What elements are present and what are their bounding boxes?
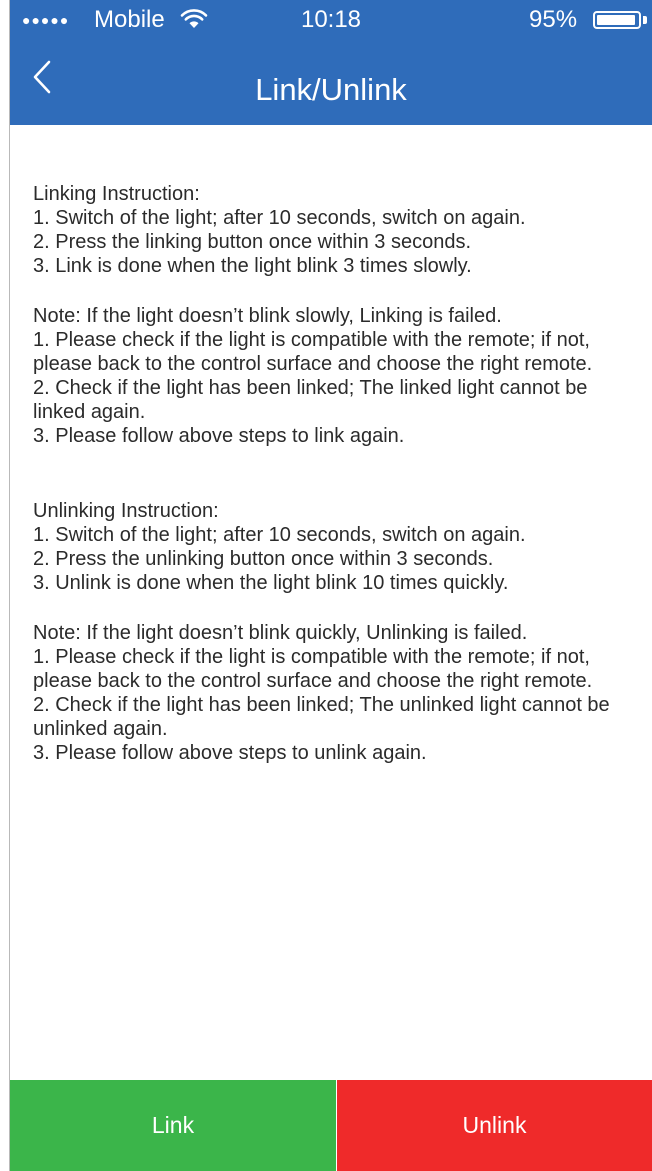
battery-level-fill [597,15,635,25]
linking-note-step: 3. Please follow above steps to link aga… [33,425,405,447]
header: ●●●●● Mobile 10:18 95% Link/Unlink [10,0,652,125]
action-bar: Link Unlink [10,1080,652,1171]
link-button[interactable]: Link [10,1080,336,1171]
battery-percent: 95% [529,6,578,33]
unlinking-step: 2. Press the unlinking button once withi… [33,548,494,570]
page-title: Link/Unlink [255,72,407,107]
battery-icon [593,11,641,29]
unlinking-step: 3. Unlink is done when the light blink 1… [33,572,509,594]
status-bar: ●●●●● Mobile 10:18 95% [10,0,652,40]
battery-tip [643,16,647,24]
linking-note-text: Note: If the light doesn’t blink slowly,… [33,305,502,327]
linking-step: 2. Press the linking button once within … [33,231,472,253]
unlinking-note-step: 2. Check if the light has been linked; T… [33,694,610,740]
linking-note-step: 1. Please check if the light is compatib… [33,329,593,375]
unlinking-heading: Unlinking Instruction: [33,500,219,522]
linking-instructions: Linking Instruction: 1. Switch of the li… [33,182,643,278]
unlinking-note: Note: If the light doesn’t blink quickly… [33,621,643,765]
linking-note-step: 2. Check if the light has been linked; T… [33,377,588,423]
unlinking-step: 1. Switch of the light; after 10 seconds… [33,524,526,546]
unlinking-note-step: 3. Please follow above steps to unlink a… [33,742,427,764]
link-unlink-screen: ●●●●● Mobile 10:18 95% Link/Unlink Linki… [0,0,652,1171]
linking-note: Note: If the light doesn’t blink slowly,… [33,304,643,448]
unlinking-instructions: Unlinking Instruction: 1. Switch of the … [33,499,643,595]
unlinking-note-step: 1. Please check if the light is compatib… [33,646,593,692]
unlink-button[interactable]: Unlink [337,1080,652,1171]
nav-bar: Link/Unlink [10,40,652,125]
linking-step: 3. Link is done when the light blink 3 t… [33,255,472,277]
unlinking-note-text: Note: If the light doesn’t blink quickly… [33,622,528,644]
frame-border [9,0,10,1171]
linking-heading: Linking Instruction: [33,183,200,205]
instructions-content: Linking Instruction: 1. Switch of the li… [33,182,643,765]
linking-step: 1. Switch of the light; after 10 seconds… [33,207,526,229]
